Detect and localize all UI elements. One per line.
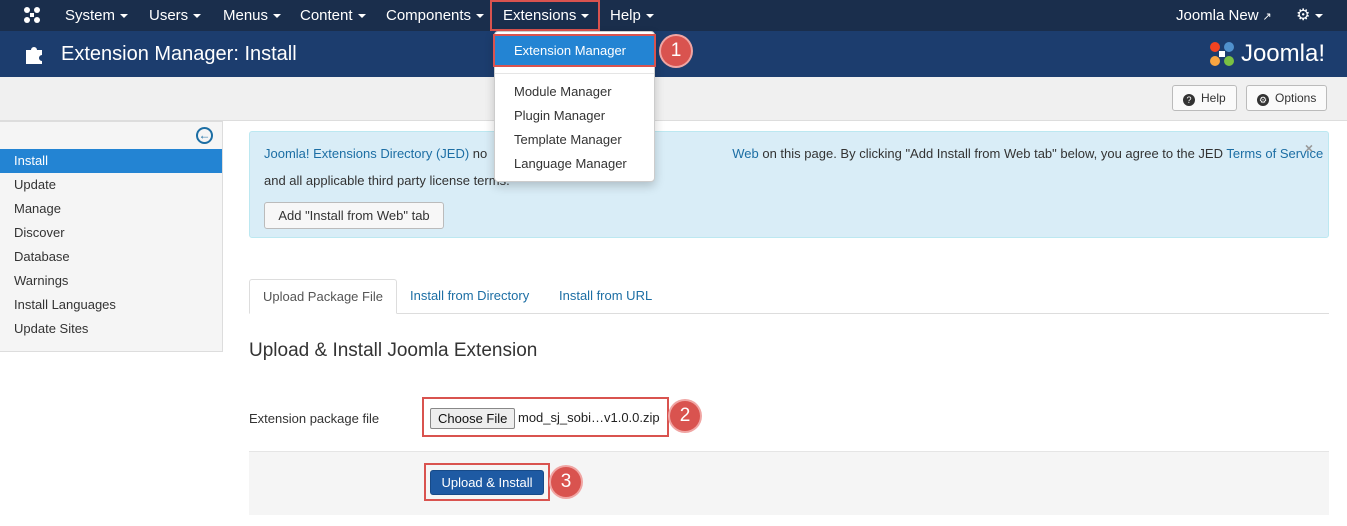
menu-item-language-manager[interactable]: Language Manager bbox=[495, 152, 654, 176]
menu-users[interactable]: Users bbox=[149, 0, 202, 31]
tab-install-from-url[interactable]: Install from URL bbox=[546, 279, 665, 314]
joomla-logo-icon[interactable] bbox=[22, 5, 42, 25]
options-button[interactable]: ⚙ Options bbox=[1246, 85, 1328, 111]
puzzle-piece-icon bbox=[26, 47, 42, 64]
page-title: Extension Manager: Install bbox=[61, 43, 297, 65]
settings-menu[interactable]: ⚙ bbox=[1296, 0, 1324, 31]
alert-text-line1: Joomla! Extensions Directory (JED) no Web… bbox=[264, 146, 1324, 161]
web-link[interactable]: Web bbox=[732, 146, 759, 161]
menu-help[interactable]: Help bbox=[610, 0, 654, 31]
jed-info-alert: Joomla! Extensions Directory (JED) no Web… bbox=[249, 131, 1329, 238]
site-link[interactable]: Joomla New ↗ bbox=[1176, 0, 1272, 31]
tab-upload-package-file[interactable]: Upload Package File bbox=[249, 279, 397, 314]
extensions-dropdown: Extension Manager Module Manager Plugin … bbox=[493, 31, 656, 182]
upload-install-button[interactable]: Upload & Install bbox=[430, 470, 544, 495]
section-title: Upload & Install Joomla Extension bbox=[249, 340, 538, 361]
caret-down-icon bbox=[120, 14, 129, 19]
sidebar-item-install-languages[interactable]: Install Languages bbox=[0, 293, 222, 317]
sidebar-item-install[interactable]: Install bbox=[0, 149, 222, 173]
form-actions bbox=[249, 451, 1329, 515]
sidebar-item-manage[interactable]: Manage bbox=[0, 197, 222, 221]
caret-down-icon bbox=[273, 14, 282, 19]
question-icon: ? bbox=[1183, 94, 1195, 106]
menu-content[interactable]: Content bbox=[300, 0, 366, 31]
step-badge-2: 2 bbox=[670, 401, 700, 431]
menu-item-template-manager[interactable]: Template Manager bbox=[495, 128, 654, 152]
sidebar-item-warnings[interactable]: Warnings bbox=[0, 269, 222, 293]
brand-text: Joomla! bbox=[1240, 40, 1325, 67]
gear-icon: ⚙ bbox=[1296, 7, 1311, 24]
jed-link[interactable]: Joomla! Extensions Directory (JED) bbox=[264, 146, 469, 161]
menu-system[interactable]: System bbox=[65, 0, 129, 31]
caret-down-icon bbox=[1315, 14, 1324, 19]
add-install-from-web-button[interactable]: Add "Install from Web" tab bbox=[264, 202, 444, 229]
collapse-sidebar-icon[interactable]: ← bbox=[196, 127, 213, 144]
caret-down-icon bbox=[357, 14, 366, 19]
alert-text-line2: and all applicable third party license t… bbox=[264, 173, 510, 188]
step-badge-1: 1 bbox=[661, 36, 691, 66]
caret-down-icon bbox=[581, 14, 590, 19]
help-button[interactable]: ? Help bbox=[1172, 85, 1237, 111]
menu-components[interactable]: Components bbox=[386, 0, 485, 31]
menu-item-module-manager[interactable]: Module Manager bbox=[495, 80, 654, 104]
step-badge-3: 3 bbox=[551, 467, 581, 497]
toolbar: ? Help ⚙ Options bbox=[0, 77, 1347, 121]
caret-down-icon bbox=[193, 14, 202, 19]
caret-down-icon bbox=[645, 14, 654, 19]
dropdown-divider bbox=[495, 73, 654, 74]
tab-install-from-directory[interactable]: Install from Directory bbox=[397, 279, 542, 314]
sidebar-item-database[interactable]: Database bbox=[0, 245, 222, 269]
menu-extensions[interactable]: Extensions bbox=[490, 0, 601, 31]
joomla-brand: Joomla! bbox=[1207, 37, 1325, 71]
sidebar-item-update-sites[interactable]: Update Sites bbox=[0, 317, 222, 341]
selected-file-name: mod_sj_sobi…v1.0.0.zip bbox=[518, 410, 660, 425]
sidebar-item-update[interactable]: Update bbox=[0, 173, 222, 197]
sidebar-item-discover[interactable]: Discover bbox=[0, 221, 222, 245]
choose-file-button[interactable]: Choose File bbox=[430, 408, 516, 429]
extension-package-label: Extension package file bbox=[249, 411, 380, 426]
top-navbar: System Users Menus Content Components Ex… bbox=[0, 0, 1347, 31]
external-link-icon: ↗ bbox=[1262, 11, 1272, 23]
joomla-brand-icon bbox=[1209, 42, 1234, 66]
extension-manager-highlight bbox=[493, 34, 656, 67]
gear-icon: ⚙ bbox=[1257, 94, 1269, 106]
menu-item-plugin-manager[interactable]: Plugin Manager bbox=[495, 104, 654, 128]
sidebar: ← Install Update Manage Discover Databas… bbox=[0, 121, 223, 352]
file-input-highlight: Choose File mod_sj_sobi…v1.0.0.zip bbox=[422, 397, 669, 437]
caret-down-icon bbox=[476, 14, 485, 19]
menu-menus[interactable]: Menus bbox=[223, 0, 282, 31]
submit-highlight: Upload & Install bbox=[424, 463, 550, 501]
close-icon[interactable]: × bbox=[1305, 140, 1313, 156]
